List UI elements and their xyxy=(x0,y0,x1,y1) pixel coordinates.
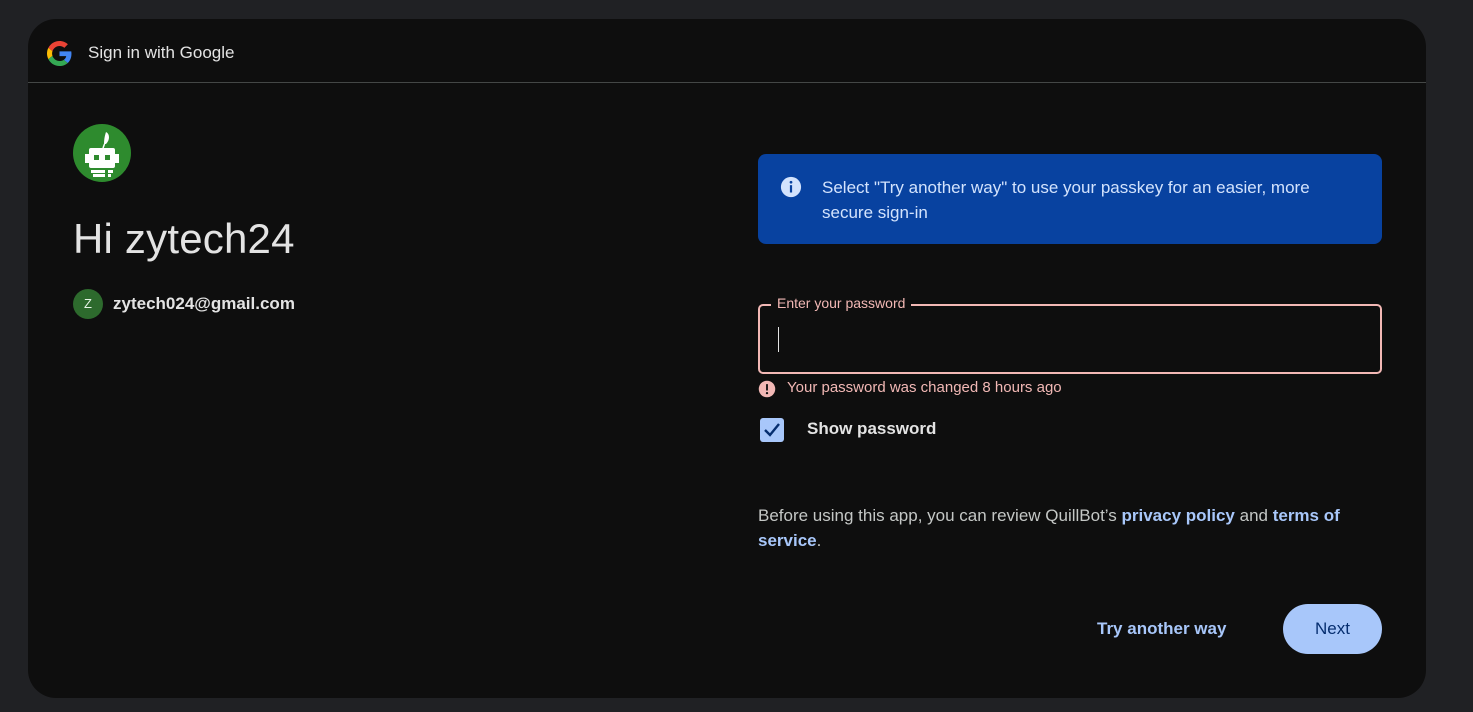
error-icon xyxy=(758,380,776,398)
dialog-header: Sign in with Google xyxy=(28,19,1426,83)
account-email: zytech024@gmail.com xyxy=(113,294,295,313)
account-avatar: Z xyxy=(73,289,103,319)
sign-in-dialog: Sign in with Google Hi zytech24 Z zytech… xyxy=(28,19,1426,698)
greeting-heading: Hi zytech24 xyxy=(73,215,295,262)
password-input[interactable] xyxy=(776,326,1370,356)
info-icon xyxy=(780,176,802,198)
next-button[interactable]: Next xyxy=(1283,604,1382,654)
passkey-info-banner: Select "Try another way" to use your pas… xyxy=(758,154,1382,244)
disclaimer-prefix: Before using this app, you can review Qu… xyxy=(758,506,1122,525)
checkmark-icon xyxy=(764,423,780,437)
password-field-label: Enter your password xyxy=(771,295,912,311)
password-error-text: Your password was changed 8 hours ago xyxy=(787,379,1062,396)
privacy-disclaimer: Before using this app, you can review Qu… xyxy=(758,503,1382,553)
show-password-checkbox[interactable] xyxy=(760,418,784,442)
google-g-icon xyxy=(47,41,72,66)
show-password-label: Show password xyxy=(807,419,937,438)
quillbot-robot-logo xyxy=(73,124,131,182)
password-field[interactable]: Enter your password xyxy=(758,295,1382,374)
try-another-way-button[interactable]: Try another way xyxy=(1081,604,1242,654)
privacy-policy-link[interactable]: privacy policy xyxy=(1122,506,1235,525)
info-banner-text: Select "Try another way" to use your pas… xyxy=(822,178,1310,222)
robot-icon xyxy=(85,132,119,177)
header-title: Sign in with Google xyxy=(88,43,235,62)
text-caret xyxy=(778,327,779,352)
disclaimer-middle: and xyxy=(1234,506,1273,525)
disclaimer-suffix: . xyxy=(816,531,822,550)
